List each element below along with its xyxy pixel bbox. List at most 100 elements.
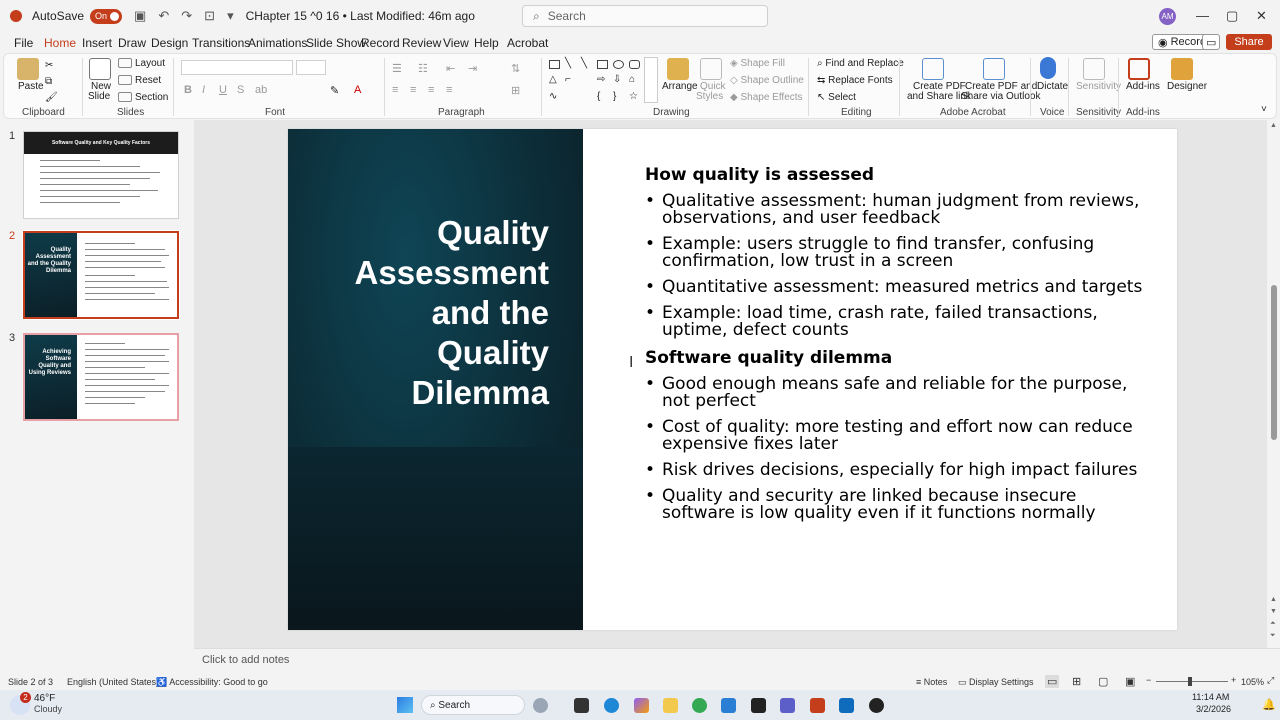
- strikethrough-icon[interactable]: ab: [255, 84, 267, 96]
- text-direction-icon[interactable]: ⇅: [511, 62, 520, 75]
- present-icon[interactable]: ⊡: [204, 8, 215, 24]
- align-center-icon[interactable]: ≡: [410, 84, 416, 96]
- maximize-icon[interactable]: ▢: [1226, 8, 1238, 24]
- start-icon[interactable]: [397, 697, 413, 713]
- copy-icon[interactable]: ⧉: [45, 76, 52, 87]
- next-slide-icon[interactable]: ⏷: [1270, 632, 1276, 640]
- select-button[interactable]: ↖ Select: [817, 92, 856, 103]
- current-slide[interactable]: Quality Assessment and the Quality Dilem…: [288, 129, 1177, 630]
- collapse-ribbon-icon[interactable]: ˅: [1261, 104, 1267, 115]
- normal-view-icon[interactable]: ▭: [1045, 675, 1060, 688]
- oval-shape-icon[interactable]: [613, 60, 624, 69]
- dictate-button[interactable]: Dictate: [1037, 81, 1068, 92]
- tab-file[interactable]: File: [14, 36, 33, 50]
- increase-indent-icon[interactable]: ⇥: [468, 62, 477, 75]
- callout-shape-icon[interactable]: ⌂: [629, 74, 635, 85]
- new-slide-button-line2[interactable]: Slide: [88, 91, 110, 102]
- line-shape-icon[interactable]: ╲: [565, 58, 571, 69]
- new-slide-icon[interactable]: [89, 58, 111, 80]
- slide-sorter-icon[interactable]: ⊞: [1072, 675, 1081, 688]
- align-right-icon[interactable]: ≡: [428, 84, 434, 96]
- copilot-icon[interactable]: [634, 698, 649, 713]
- teams-icon[interactable]: [780, 698, 795, 713]
- slideshow-icon[interactable]: ▣: [1125, 675, 1135, 688]
- brace-shape-icon[interactable]: }: [613, 91, 616, 102]
- find-replace-button[interactable]: ⌕ Find and Replace: [817, 58, 904, 69]
- quick-styles-button-line2[interactable]: Styles: [696, 91, 723, 102]
- paste-button[interactable]: Paste: [18, 81, 44, 92]
- notification-bell-icon[interactable]: 🔔: [1262, 698, 1276, 711]
- designer-button[interactable]: Designer: [1167, 81, 1207, 92]
- display-settings-button[interactable]: ▭ Display Settings: [958, 677, 1034, 688]
- tab-help[interactable]: Help: [474, 36, 499, 50]
- shape-fill-button[interactable]: ◈ Shape Fill: [730, 58, 785, 69]
- paste-icon[interactable]: [17, 58, 39, 80]
- fit-to-window-icon[interactable]: ⤢: [1267, 675, 1274, 686]
- shadow-icon[interactable]: S: [237, 84, 244, 96]
- shape-effects-button[interactable]: ◆ Shape Effects: [730, 92, 803, 103]
- create-pdf-outlook-icon[interactable]: [983, 58, 1005, 80]
- document-title[interactable]: CHapter 15 ^0 16 • Last Modified: 46m ag…: [246, 9, 475, 23]
- chrome-icon[interactable]: [692, 698, 707, 713]
- add-ins-button[interactable]: Add-ins: [1126, 81, 1160, 92]
- notes-pane[interactable]: Click to add notes: [194, 648, 1280, 672]
- slide-title[interactable]: Quality Assessment and the Quality Dilem…: [355, 213, 549, 413]
- zoom-level[interactable]: 105%: [1241, 677, 1264, 687]
- underline-icon[interactable]: U: [219, 84, 227, 96]
- edge-icon[interactable]: [604, 698, 619, 713]
- tab-record[interactable]: Record: [361, 36, 400, 50]
- decrease-indent-icon[interactable]: ⇤: [446, 62, 455, 75]
- microphone-icon[interactable]: [1040, 57, 1056, 79]
- file-explorer-folder-icon[interactable]: [574, 698, 589, 713]
- accessibility-status[interactable]: ♿ Accessibility: Good to go: [156, 677, 268, 688]
- elbow-connector-icon[interactable]: ⌐: [565, 74, 571, 85]
- undo-icon[interactable]: ↶: [158, 8, 169, 24]
- down-arrow-shape-icon[interactable]: ⇩: [613, 74, 621, 85]
- tab-animations[interactable]: Animations: [248, 36, 307, 50]
- autosave-toggle[interactable]: On: [90, 8, 123, 24]
- format-painter-icon[interactable]: 🖌: [45, 92, 58, 103]
- previous-slide-icon[interactable]: ⏶: [1270, 620, 1276, 628]
- tab-transitions[interactable]: Transitions: [192, 36, 250, 50]
- tab-review[interactable]: Review: [402, 36, 441, 50]
- clock-date[interactable]: 3/2/2026: [1196, 704, 1231, 714]
- tab-view[interactable]: View: [443, 36, 469, 50]
- sensitivity-icon[interactable]: [1083, 58, 1105, 80]
- tab-insert[interactable]: Insert: [82, 36, 112, 50]
- tab-design[interactable]: Design: [151, 36, 188, 50]
- zoom-slider[interactable]: [1156, 681, 1228, 682]
- widgets-icon[interactable]: [533, 698, 548, 713]
- zoom-slider-thumb[interactable]: [1188, 677, 1192, 686]
- shapes-gallery-scroll[interactable]: [644, 57, 658, 103]
- minimize-icon[interactable]: —: [1196, 8, 1209, 23]
- terminal-icon[interactable]: [751, 698, 766, 713]
- textbox-shape-icon[interactable]: [549, 60, 560, 69]
- tab-slide-show[interactable]: Slide Show: [306, 36, 366, 50]
- smartart-icon[interactable]: ⊞: [511, 84, 520, 97]
- triangle-shape-icon[interactable]: △: [549, 74, 557, 85]
- tab-acrobat[interactable]: Acrobat: [507, 36, 548, 50]
- rounded-rectangle-shape-icon[interactable]: [629, 60, 640, 69]
- cut-icon[interactable]: ✂: [45, 60, 53, 71]
- tab-home[interactable]: Home: [44, 36, 77, 55]
- section-button[interactable]: Section: [118, 92, 168, 103]
- comments-icon[interactable]: ▭: [1202, 34, 1220, 50]
- outlook-icon[interactable]: [839, 698, 854, 713]
- thumbnail-slide-3[interactable]: Achieving Software Quality and Using Rev…: [23, 333, 179, 421]
- close-icon[interactable]: ✕: [1256, 8, 1267, 24]
- shape-outline-button[interactable]: ◇ Shape Outline: [730, 75, 804, 86]
- reading-view-icon[interactable]: ▢: [1098, 675, 1108, 688]
- customize-qat-icon[interactable]: ▾: [227, 8, 234, 24]
- thumbnail-slide-2[interactable]: Quality Assessment and the Quality Dilem…: [22, 230, 180, 320]
- scroll-up-icon[interactable]: ▲: [1270, 122, 1277, 129]
- curve-shape-icon[interactable]: ∿: [549, 91, 557, 102]
- create-pdf-outlook-button-line2[interactable]: Share via Outlook: [961, 91, 1041, 102]
- thumbnail-slide-1[interactable]: Software Quality and Key Quality Factors: [23, 131, 179, 219]
- search-box[interactable]: ⌕ Search: [522, 5, 768, 27]
- scrollbar-thumb[interactable]: [1271, 285, 1277, 440]
- brace-shape-icon[interactable]: {: [597, 91, 600, 102]
- add-ins-icon[interactable]: [1128, 58, 1150, 80]
- numbering-icon[interactable]: ☷: [418, 62, 428, 75]
- clock-time[interactable]: 11:14 AM: [1192, 692, 1229, 702]
- justify-icon[interactable]: ≡: [446, 84, 452, 96]
